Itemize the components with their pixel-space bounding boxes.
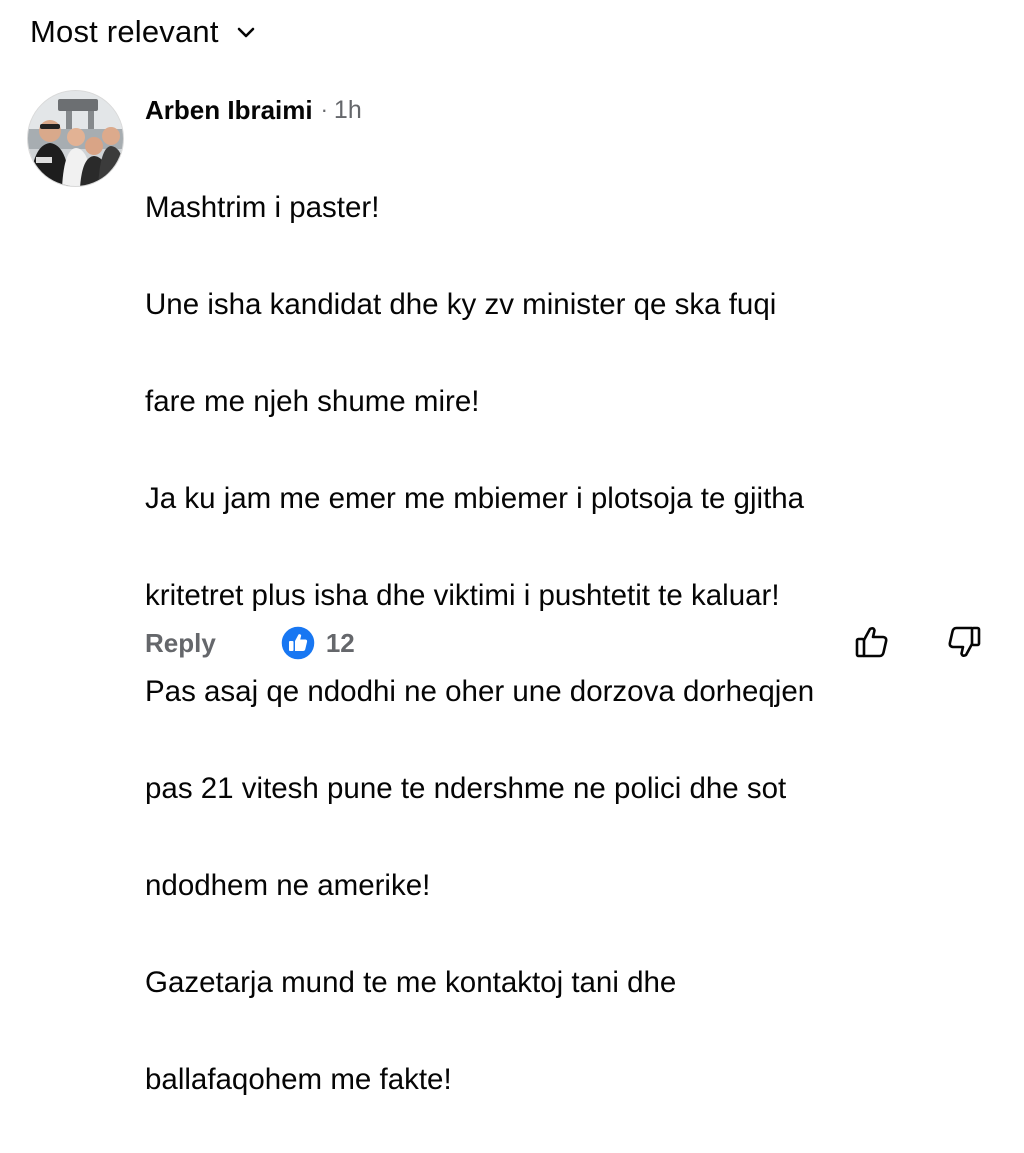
timestamp[interactable]: 1h: [334, 96, 362, 125]
comment-line: Gazetarja mund te me kontaktoj tani dhe: [145, 965, 677, 999]
reply-button[interactable]: Reply: [145, 628, 216, 659]
comment-line: kritetret plus isha dhe viktimi i pushte…: [145, 578, 780, 612]
comment-header: Arben Ibraimi · 1h: [145, 90, 1005, 130]
comment-line: pas 21 vitesh pune te ndershme ne polici…: [145, 772, 787, 806]
sort-dropdown[interactable]: Most relevant: [30, 10, 257, 54]
comment-line: Pas asaj qe ndodhi ne oher une dorzova d…: [145, 675, 815, 709]
reaction-count: 12: [325, 627, 355, 658]
comment-line: Mashtrim i paster!: [145, 191, 380, 225]
author-name[interactable]: Arben Ibraimi: [145, 95, 313, 126]
comment-line: fare me njeh shume mire!: [145, 385, 480, 419]
thumbs-up-outline-icon[interactable]: [852, 622, 892, 662]
comment-line: Une isha kandidat dhe ky zv minister qe …: [145, 288, 777, 322]
comment-actions: Reply 12: [145, 620, 355, 666]
comment-line: ballafaqohem me fakte!: [145, 1062, 452, 1096]
reactions-summary[interactable]: 12: [280, 625, 355, 661]
sort-label: Most relevant: [30, 14, 219, 49]
like-reaction-icon: [280, 625, 316, 661]
separator-dot: ·: [320, 97, 328, 122]
thumbs-down-outline-icon[interactable]: [944, 622, 984, 662]
avatar[interactable]: [27, 90, 124, 187]
comment-line: ndodhem ne amerike!: [145, 869, 431, 903]
chevron-down-icon: [235, 21, 257, 43]
comment-line: Ja ku jam me emer me mbiemer i plotsoja …: [145, 481, 805, 515]
